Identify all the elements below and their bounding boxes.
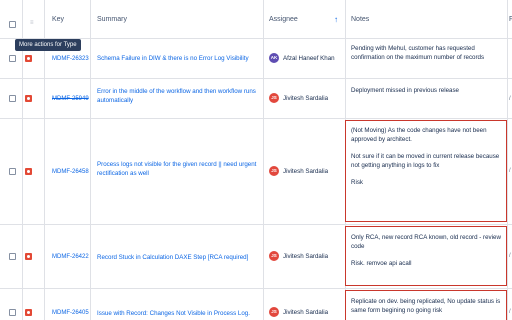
type-column-header[interactable]: ≡ (30, 20, 36, 28)
note-line: (Not Moving) As the code changes have no… (351, 127, 487, 143)
notes-cell[interactable]: Only RCA, new record RCA known, old reco… (351, 233, 503, 268)
notes-cell[interactable]: (Not Moving) As the code changes have no… (351, 126, 503, 187)
note-line: Pending with Mehul, customer has request… (351, 45, 485, 61)
truncated-cell: / (509, 309, 511, 315)
row-checkbox[interactable] (9, 253, 16, 260)
bug-icon[interactable] (25, 253, 32, 260)
issue-key[interactable]: MDMF-26405 (52, 310, 89, 316)
assignee-name[interactable]: Afzal Haneef Khan (283, 55, 335, 62)
note-line: Not sure if it can be moved in current r… (351, 153, 500, 169)
issue-summary[interactable]: Process logs not visible for the given r… (97, 160, 257, 178)
truncated-cell: / (509, 96, 511, 102)
avatar: JS (269, 93, 279, 103)
issue-key[interactable]: MDMF-25949 (52, 96, 89, 102)
row-checkbox[interactable] (9, 309, 16, 316)
note-line: Deployment missed in previous release (351, 87, 459, 94)
avatar: JS (269, 251, 279, 261)
truncated-cell: / (509, 168, 511, 174)
avatar: JS (269, 166, 279, 176)
bug-icon[interactable] (25, 168, 32, 175)
row-checkbox[interactable] (9, 55, 16, 62)
bug-icon[interactable] (25, 55, 32, 62)
issue-summary[interactable]: Record Stuck in Calculation DAXE Step [R… (97, 253, 257, 262)
select-all-checkbox[interactable] (9, 21, 16, 28)
issue-key[interactable]: MDMF-26323 (52, 56, 89, 62)
issue-summary[interactable]: Error in the middle of the workflow and … (97, 87, 257, 105)
note-line: Risk (351, 179, 364, 186)
avatar: JS (269, 307, 279, 317)
note-line: Only RCA, new record RCA known, old reco… (351, 234, 501, 250)
row-checkbox[interactable] (9, 95, 16, 102)
table-row: MDMF-26458 Process logs not visible for … (0, 118, 512, 224)
issue-key[interactable]: MDMF-26458 (52, 169, 89, 175)
notes-cell[interactable]: Replicate on dev. being replicated, No u… (351, 297, 503, 315)
notes-cell[interactable]: Deployment missed in previous release (351, 86, 503, 95)
table-row: MDMF-25949 Error in the middle of the wo… (0, 78, 512, 118)
bug-icon[interactable] (25, 309, 32, 316)
assignee-name[interactable]: Jivitesh Sardalia (283, 95, 328, 102)
assignee-name[interactable]: Jivitesh Sardalia (283, 253, 328, 260)
row-checkbox[interactable] (9, 168, 16, 175)
table-row: MDMF-26405 Issue with Record: Changes No… (0, 288, 512, 320)
note-line: Replicate on dev. being replicated, No u… (351, 298, 501, 314)
column-header-summary[interactable]: Summary (97, 0, 127, 38)
bug-icon[interactable] (25, 95, 32, 102)
avatar: AK (269, 53, 279, 63)
table-row: MDMF-26323 Schema Failure in DIW & there… (0, 38, 512, 78)
table-row: MDMF-26422 Record Stuck in Calculation D… (0, 224, 512, 288)
truncated-cell: / (509, 253, 511, 259)
notes-cell[interactable]: Pending with Mehul, customer has request… (351, 44, 503, 62)
arrow-up-icon[interactable]: ↑ (334, 16, 342, 24)
issue-key[interactable]: MDMF-26422 (52, 254, 89, 260)
column-header-assignee[interactable]: Assignee (269, 0, 298, 38)
assignee-name[interactable]: Jivitesh Sardalia (283, 309, 328, 316)
column-header-notes[interactable]: Notes (351, 0, 369, 38)
assignee-name[interactable]: Jivitesh Sardalia (283, 168, 328, 175)
issue-summary[interactable]: Schema Failure in DIW & there is no Erro… (97, 54, 257, 63)
issue-summary[interactable]: Issue with Record: Changes Not Visible i… (97, 309, 257, 318)
column-header-key[interactable]: Key (52, 0, 64, 38)
note-line: Risk. remvoe api acall (351, 260, 412, 267)
